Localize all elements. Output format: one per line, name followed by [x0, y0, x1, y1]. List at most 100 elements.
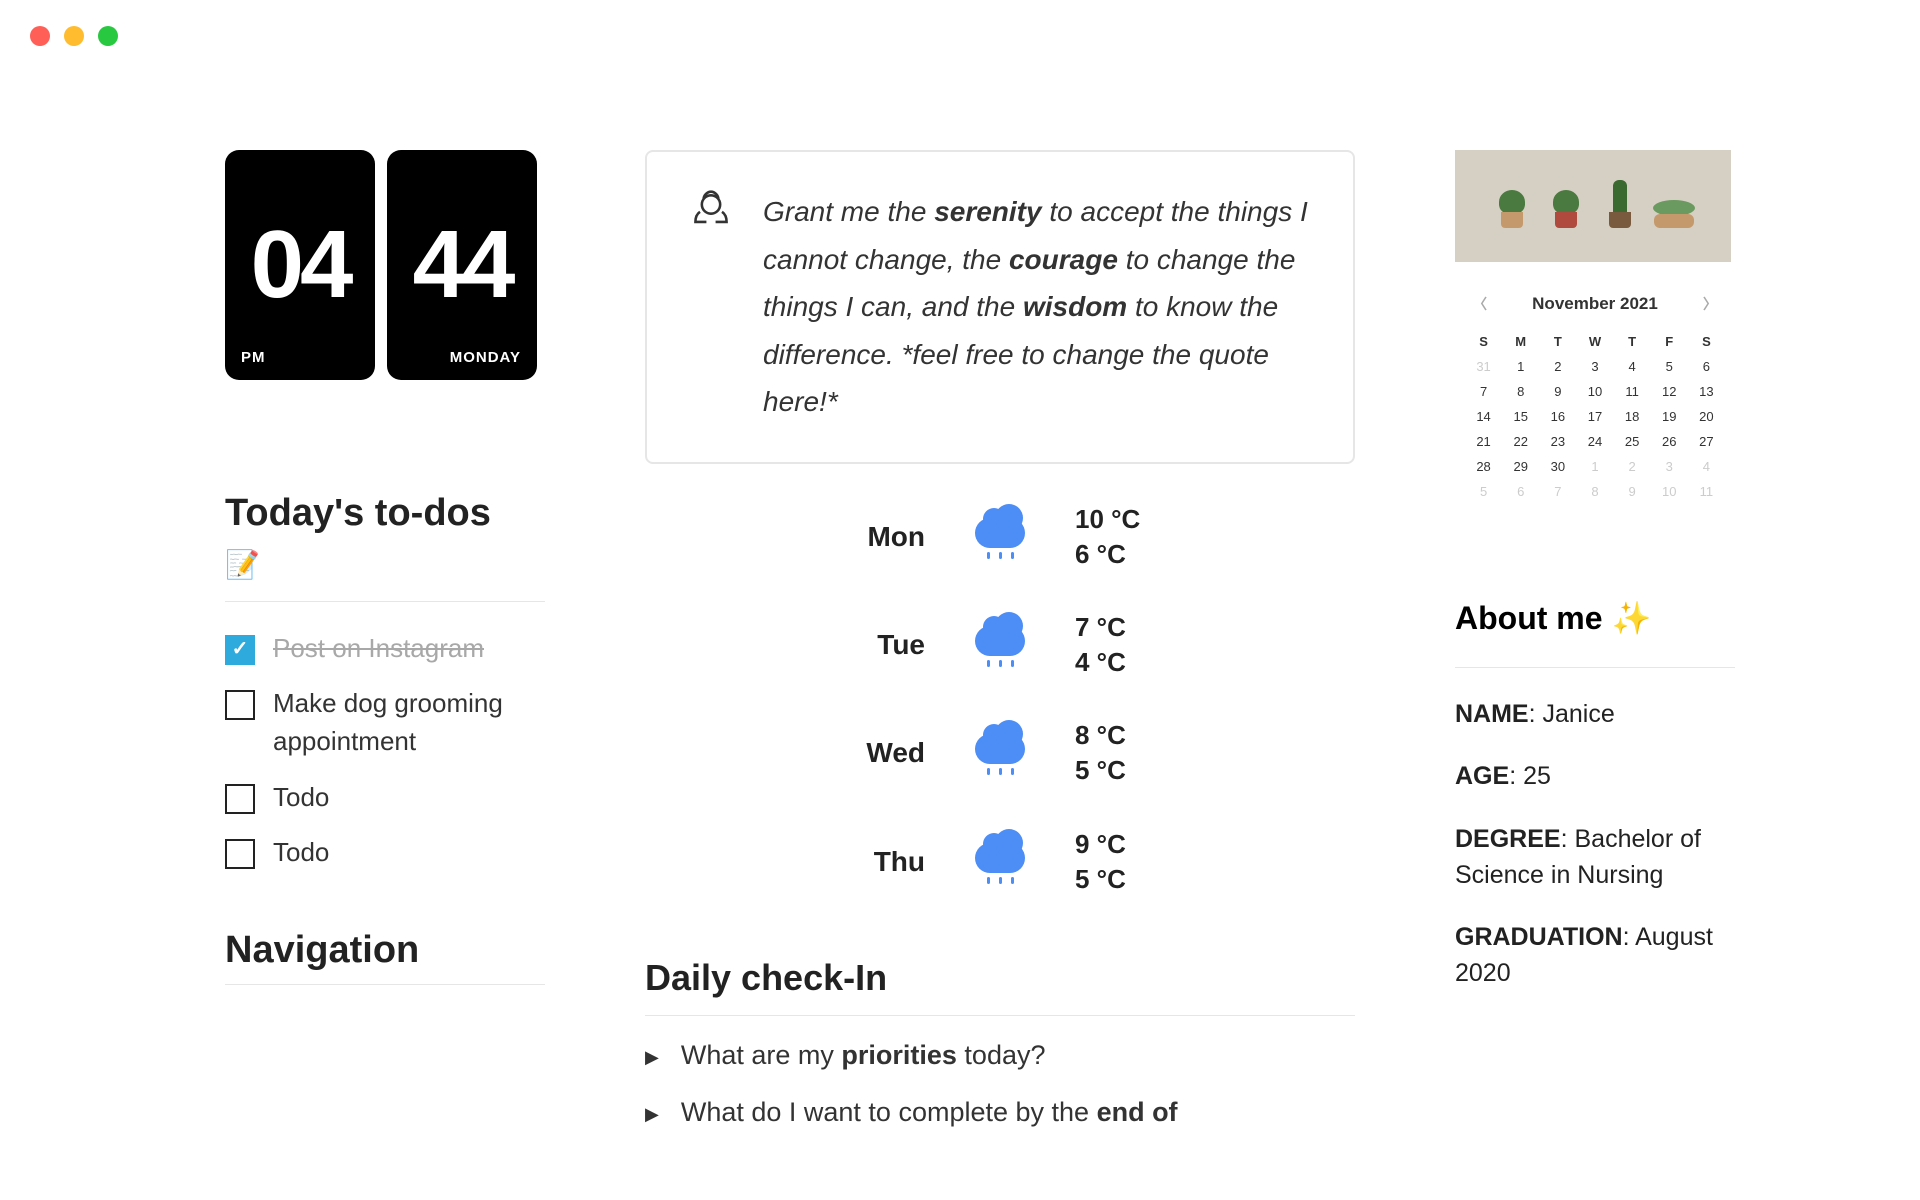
calendar-day[interactable]: 6	[1504, 484, 1537, 499]
calendar-day[interactable]: 7	[1467, 384, 1500, 399]
calendar-day[interactable]: 30	[1541, 459, 1574, 474]
weather-temps: 7 °C4 °C	[1075, 610, 1126, 680]
calendar-day[interactable]: 3	[1578, 359, 1611, 374]
calendar-day[interactable]: 4	[1616, 359, 1649, 374]
calendar-day[interactable]: 10	[1578, 384, 1611, 399]
navigation-heading: Navigation	[225, 927, 545, 975]
plant-icon	[1549, 184, 1583, 228]
calendar-day[interactable]: 24	[1578, 434, 1611, 449]
clock-minute: 44	[413, 210, 512, 320]
toggle-label: What do I want to complete by the end of	[681, 1097, 1178, 1128]
todo-item[interactable]: Post on Instagram	[225, 630, 545, 668]
rain-cloud-icon	[975, 620, 1025, 670]
calendar-day[interactable]: 9	[1541, 384, 1574, 399]
quote-text[interactable]: Grant me the serenity to accept the thin…	[763, 188, 1311, 426]
calendar-day[interactable]: 28	[1467, 459, 1500, 474]
calendar-day[interactable]: 25	[1616, 434, 1649, 449]
calendar-day[interactable]: 1	[1578, 459, 1611, 474]
calendar-day[interactable]: 29	[1504, 459, 1537, 474]
calendar-day[interactable]: 12	[1653, 384, 1686, 399]
weather-row: Mon10 °C6 °C	[845, 502, 1355, 572]
clock-hour-tile: 04 PM	[225, 150, 375, 380]
todo-item[interactable]: Make dog grooming appointment	[225, 685, 545, 760]
calendar-widget: 〈 November 2021 〉 SMTWTFS311234567891011…	[1467, 294, 1723, 499]
calendar-day[interactable]: 20	[1690, 409, 1723, 424]
calendar-day[interactable]: 22	[1504, 434, 1537, 449]
about-age: AGE: 25	[1455, 758, 1735, 794]
calendar-day[interactable]: 2	[1616, 459, 1649, 474]
caret-right-icon: ▶	[645, 1047, 659, 1068]
calendar-day[interactable]: 5	[1467, 484, 1500, 499]
calendar-day[interactable]: 1	[1504, 359, 1537, 374]
quote-callout[interactable]: Grant me the serenity to accept the thin…	[645, 150, 1355, 464]
todo-checkbox[interactable]	[225, 784, 255, 814]
calendar-day[interactable]: 11	[1690, 484, 1723, 499]
calendar-day[interactable]: 8	[1504, 384, 1537, 399]
todo-item[interactable]: Todo	[225, 834, 545, 872]
weather-row: Wed8 °C5 °C	[845, 718, 1355, 788]
todo-label: Todo	[273, 834, 329, 872]
todo-checkbox[interactable]	[225, 635, 255, 665]
calendar-day[interactable]: 18	[1616, 409, 1649, 424]
weather-day-label: Tue	[845, 629, 925, 661]
weather-forecast: Mon10 °C6 °C Tue 7 °C4 °C Wed8 °C5 °C Thu9 °…	[845, 502, 1355, 897]
calendar-day[interactable]: 23	[1541, 434, 1574, 449]
calendar-dow: W	[1578, 334, 1611, 349]
calendar-grid: SMTWTFS311234567891011121314151617181920…	[1467, 334, 1723, 499]
calendar-next-button[interactable]: 〉	[1697, 294, 1723, 314]
calendar-day[interactable]: 16	[1541, 409, 1574, 424]
window-traffic-lights	[30, 26, 118, 46]
todo-checkbox[interactable]	[225, 690, 255, 720]
person-icon	[689, 188, 733, 426]
flip-clock-widget: 04 PM 44 MONDAY	[225, 150, 545, 380]
calendar-day[interactable]: 13	[1690, 384, 1723, 399]
calendar-dow: M	[1504, 334, 1537, 349]
calendar-day[interactable]: 21	[1467, 434, 1500, 449]
divider	[1455, 667, 1735, 668]
calendar-day[interactable]: 31	[1467, 359, 1500, 374]
divider	[645, 1015, 1355, 1016]
calendar-day[interactable]: 9	[1616, 484, 1649, 499]
calendar-day[interactable]: 10	[1653, 484, 1686, 499]
calendar-day[interactable]: 5	[1653, 359, 1686, 374]
weather-temps: 9 °C5 °C	[1075, 827, 1126, 897]
weather-day-label: Wed	[845, 737, 925, 769]
clock-minute-tile: 44 MONDAY	[387, 150, 537, 380]
calendar-day[interactable]: 8	[1578, 484, 1611, 499]
calendar-day[interactable]: 19	[1653, 409, 1686, 424]
plant-icon	[1495, 184, 1529, 228]
calendar-day[interactable]: 7	[1541, 484, 1574, 499]
memo-icon: 📝	[225, 548, 545, 581]
calendar-month-label: November 2021	[1532, 294, 1658, 314]
calendar-day[interactable]: 14	[1467, 409, 1500, 424]
about-name: NAME: Janice	[1455, 696, 1735, 732]
minimize-window-button[interactable]	[64, 26, 84, 46]
maximize-window-button[interactable]	[98, 26, 118, 46]
calendar-day[interactable]: 15	[1504, 409, 1537, 424]
calendar-day[interactable]: 26	[1653, 434, 1686, 449]
calendar-day[interactable]: 6	[1690, 359, 1723, 374]
toggle-complete-by-end[interactable]: ▶ What do I want to complete by the end …	[645, 1097, 1355, 1128]
divider	[225, 601, 545, 602]
weather-row: Thu9 °C5 °C	[845, 827, 1355, 897]
todo-checkbox[interactable]	[225, 839, 255, 869]
divider	[225, 984, 545, 985]
calendar-day[interactable]: 3	[1653, 459, 1686, 474]
weather-row: Tue 7 °C4 °C	[845, 610, 1355, 680]
calendar-prev-button[interactable]: 〈	[1467, 294, 1493, 314]
caret-right-icon: ▶	[645, 1104, 659, 1125]
calendar-dow: T	[1541, 334, 1574, 349]
calendar-day[interactable]: 27	[1690, 434, 1723, 449]
calendar-day[interactable]: 4	[1690, 459, 1723, 474]
plant-icon	[1603, 184, 1637, 228]
todo-item[interactable]: Todo	[225, 779, 545, 817]
plant-icon	[1657, 184, 1691, 228]
close-window-button[interactable]	[30, 26, 50, 46]
toggle-priorities[interactable]: ▶ What are my priorities today?	[645, 1040, 1355, 1071]
calendar-day[interactable]: 2	[1541, 359, 1574, 374]
rain-cloud-icon	[975, 728, 1025, 778]
rain-cloud-icon	[975, 837, 1025, 887]
calendar-day[interactable]: 17	[1578, 409, 1611, 424]
todo-label: Post on Instagram	[273, 630, 484, 668]
calendar-day[interactable]: 11	[1616, 384, 1649, 399]
